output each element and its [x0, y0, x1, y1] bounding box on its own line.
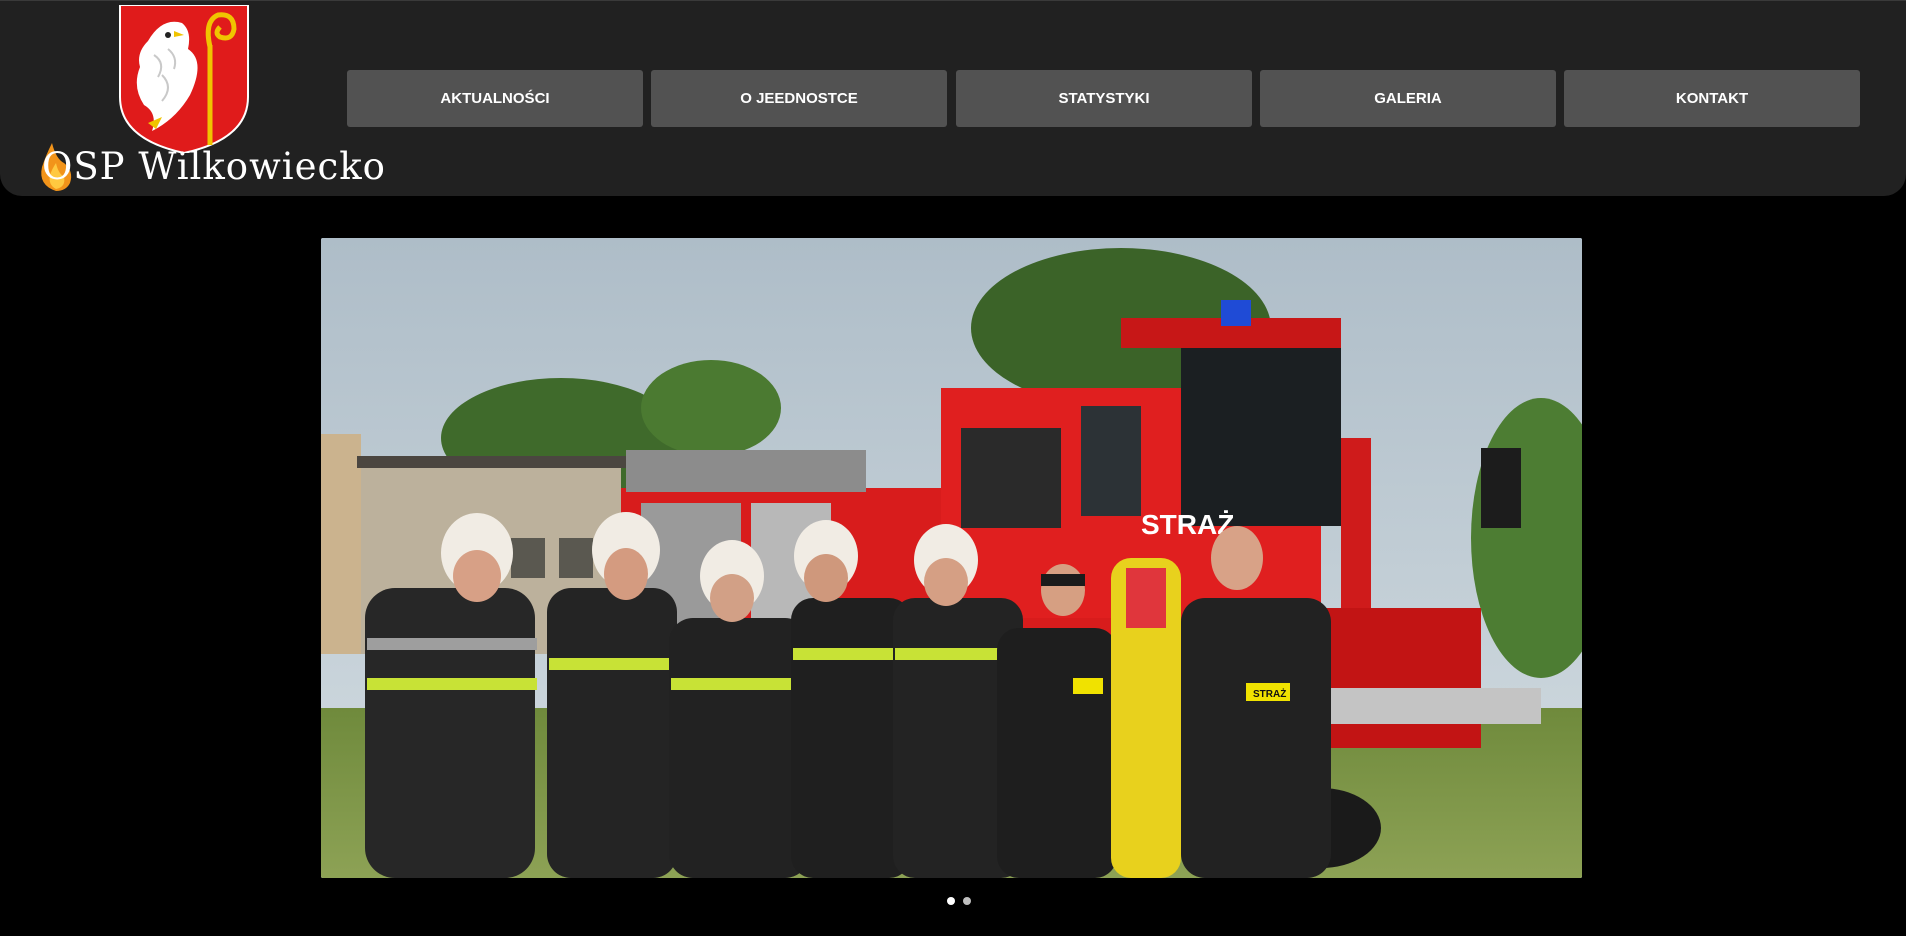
slider-dot-2[interactable]: [963, 897, 971, 905]
slide-photo-firefighters: STRAŻ 44: [321, 238, 1582, 878]
slider-dot-1[interactable]: [947, 897, 955, 905]
site-title: OSP Wilkowiecko: [42, 145, 386, 188]
nav-item-galeria[interactable]: GALERIA: [1260, 70, 1556, 127]
main-nav: AKTUALNOŚCI O JEEDNOSTCE STATYSTYKI GALE…: [347, 70, 1860, 127]
nav-item-statystyki[interactable]: STATYSTYKI: [956, 70, 1252, 127]
site-logo[interactable]: OSP Wilkowiecko: [38, 5, 385, 195]
image-slider[interactable]: STRAŻ 44: [321, 238, 1582, 878]
nav-item-aktualnosci[interactable]: AKTUALNOŚCI: [347, 70, 643, 127]
slider-pagination: [945, 897, 975, 907]
coat-of-arms-icon: [119, 5, 249, 153]
nav-item-o-jednostce[interactable]: O JEEDNOSTCE: [651, 70, 947, 127]
site-header: OSP Wilkowiecko AKTUALNOŚCI O JEEDNOSTCE…: [0, 0, 1906, 196]
nav-item-kontakt[interactable]: KONTAKT: [1564, 70, 1860, 127]
badge-text: STRAŻ: [1253, 687, 1286, 700]
